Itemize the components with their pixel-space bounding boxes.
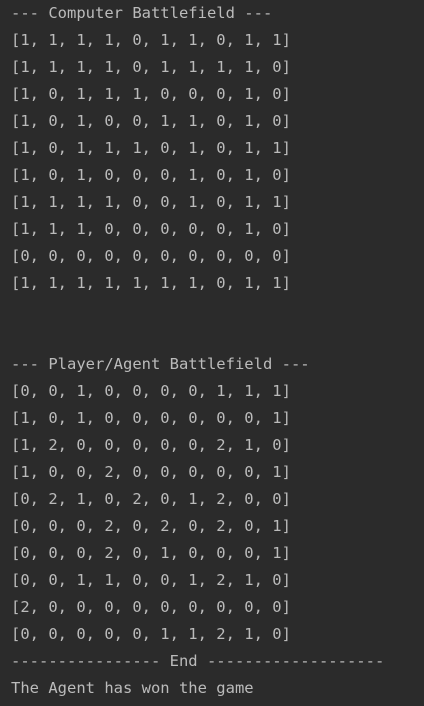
player-grid-row: [0, 0, 0, 2, 0, 1, 0, 0, 0, 1] bbox=[11, 544, 291, 562]
computer-grid-row: [1, 1, 1, 0, 0, 0, 0, 0, 1, 0] bbox=[11, 220, 291, 238]
computer-grid-row: [0, 0, 0, 0, 0, 0, 0, 0, 0, 0] bbox=[11, 247, 291, 265]
player-grid-row: [0, 2, 1, 0, 2, 0, 1, 2, 0, 0] bbox=[11, 490, 291, 508]
player-grid-row: [1, 0, 0, 2, 0, 0, 0, 0, 0, 1] bbox=[11, 463, 291, 481]
computer-grid-row: [1, 1, 1, 1, 0, 1, 1, 1, 1, 0] bbox=[11, 58, 291, 76]
player-grid-row: [0, 0, 0, 0, 0, 1, 1, 2, 1, 0] bbox=[11, 625, 291, 643]
end-separator: ---------------- End ------------------- bbox=[11, 652, 385, 670]
computer-battlefield-header: --- Computer Battlefield --- bbox=[11, 4, 273, 22]
computer-battlefield-grid: [1, 1, 1, 1, 0, 1, 1, 0, 1, 1] [1, 1, 1,… bbox=[11, 27, 424, 297]
player-grid-row: [2, 0, 0, 0, 0, 0, 0, 0, 0, 0] bbox=[11, 598, 291, 616]
computer-grid-row: [1, 1, 1, 1, 0, 0, 1, 0, 1, 1] bbox=[11, 193, 291, 211]
console-output: --- Computer Battlefield --- [1, 1, 1, 1… bbox=[0, 0, 424, 706]
computer-grid-row: [1, 0, 1, 1, 1, 0, 0, 0, 1, 0] bbox=[11, 85, 291, 103]
player-grid-row: [1, 0, 1, 0, 0, 0, 0, 0, 0, 1] bbox=[11, 409, 291, 427]
player-grid-row: [1, 2, 0, 0, 0, 0, 0, 2, 1, 0] bbox=[11, 436, 291, 454]
computer-grid-row: [1, 0, 1, 0, 0, 1, 1, 0, 1, 0] bbox=[11, 112, 291, 130]
player-battlefield-header: --- Player/Agent Battlefield --- bbox=[11, 355, 310, 373]
player-grid-row: [0, 0, 0, 2, 0, 2, 0, 2, 0, 1] bbox=[11, 517, 291, 535]
computer-grid-row: [1, 0, 1, 1, 1, 0, 1, 0, 1, 1] bbox=[11, 139, 291, 157]
player-grid-row: [0, 0, 1, 0, 0, 0, 0, 1, 1, 1] bbox=[11, 382, 291, 400]
player-grid-row: [0, 0, 1, 1, 0, 0, 1, 2, 1, 0] bbox=[11, 571, 291, 589]
player-battlefield-grid: [0, 0, 1, 0, 0, 0, 0, 1, 1, 1] [1, 0, 1,… bbox=[11, 378, 424, 648]
computer-grid-row: [1, 0, 1, 0, 0, 0, 1, 0, 1, 0] bbox=[11, 166, 291, 184]
computer-grid-row: [1, 1, 1, 1, 1, 1, 1, 0, 1, 1] bbox=[11, 274, 291, 292]
game-result-message: The Agent has won the game bbox=[11, 679, 254, 697]
computer-grid-row: [1, 1, 1, 1, 0, 1, 1, 0, 1, 1] bbox=[11, 31, 291, 49]
